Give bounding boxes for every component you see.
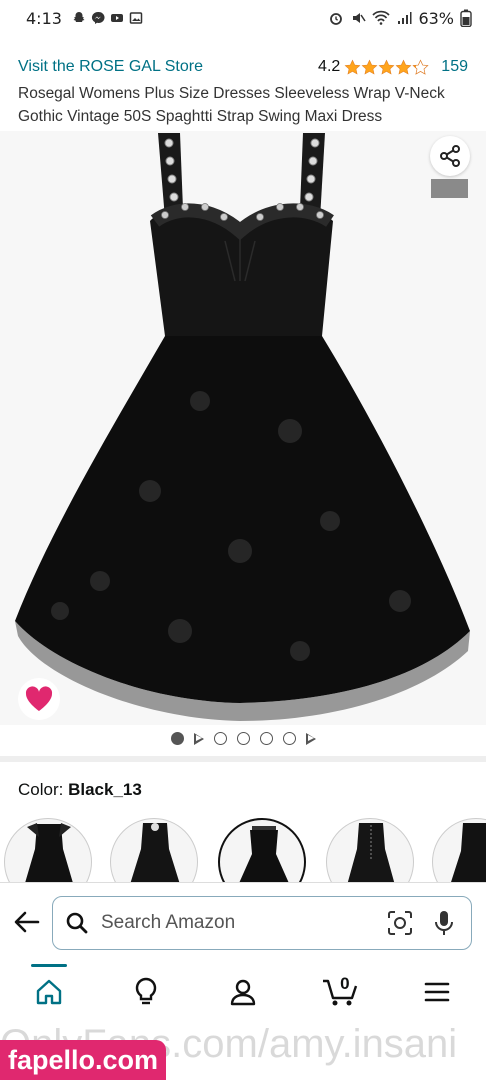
status-time: 4:13 [26, 8, 62, 28]
mute-icon [353, 13, 367, 23]
color-swatches [4, 818, 486, 882]
video-dot[interactable] [193, 732, 204, 745]
share-icon [440, 145, 460, 167]
alarm-icon [330, 13, 343, 25]
image-pagination[interactable] [0, 732, 486, 745]
color-selector-label: Color: Black_13 [18, 780, 142, 800]
rating-count[interactable]: 159 [441, 58, 468, 76]
swatch-1[interactable] [4, 818, 92, 882]
battery-percent: 63% [418, 8, 454, 28]
video-dot-2[interactable] [305, 732, 316, 745]
product-title: Rosegal Womens Plus Size Dresses Sleevel… [18, 85, 445, 125]
star-icon [344, 59, 361, 75]
swatch-5[interactable] [432, 818, 486, 882]
back-button[interactable] [12, 907, 42, 937]
page-dot-4[interactable] [259, 732, 273, 745]
hamburger-icon [425, 982, 450, 1002]
voice-search-button[interactable] [429, 908, 459, 938]
rating[interactable]: 4.2 159 [318, 58, 468, 76]
section-divider [0, 756, 486, 762]
page-dot-3[interactable] [236, 732, 250, 745]
snapchat-icon [73, 12, 85, 22]
page-dot-2[interactable] [213, 732, 227, 745]
store-link[interactable]: Visit the ROSE GAL Store [18, 58, 203, 76]
battery-icon [460, 9, 472, 27]
swatch-3-selected[interactable] [218, 818, 306, 882]
share-button[interactable] [430, 136, 470, 176]
bottom-nav: 0 [0, 962, 486, 1022]
star-icon [361, 59, 378, 75]
swatch-2[interactable] [110, 818, 198, 882]
color-value: Black_13 [68, 780, 142, 799]
search-bar[interactable]: Search Amazon [52, 896, 472, 950]
nav-inspire[interactable] [116, 964, 176, 1020]
mic-icon [435, 911, 453, 935]
messenger-icon [91, 11, 105, 24]
product-image[interactable] [0, 131, 486, 725]
lightbulb-icon [135, 977, 156, 1005]
page-dot-5[interactable] [282, 732, 296, 745]
search-icon [66, 912, 88, 934]
status-right: 63% [328, 9, 472, 28]
heart-icon [25, 686, 53, 711]
dress-image [0, 131, 486, 725]
cart-count: 0 [340, 974, 350, 993]
nav-account[interactable] [213, 964, 273, 1020]
youtube-icon [110, 14, 123, 22]
nav-home[interactable] [19, 964, 79, 1020]
product-header: Visit the ROSE GAL Store 4.2 159 Rosegal… [18, 54, 468, 128]
thumbnail-placeholder [431, 179, 468, 198]
star-rating [344, 58, 429, 76]
camera-icon [388, 911, 412, 935]
notification-icons [72, 11, 143, 25]
nav-menu[interactable] [407, 964, 467, 1020]
nav-cart[interactable]: 0 [310, 964, 370, 1020]
rating-value: 4.2 [318, 58, 341, 75]
camera-search-button[interactable] [385, 908, 415, 938]
signal-icon [398, 12, 412, 24]
search-input[interactable]: Search Amazon [101, 912, 371, 934]
color-label: Color: [18, 780, 64, 799]
home-icon [36, 979, 61, 1005]
back-arrow-icon [14, 911, 40, 933]
page-dot-1[interactable] [170, 732, 184, 745]
star-icon [395, 59, 412, 75]
watermark-badge: fapello.com [0, 1040, 166, 1080]
wishlist-button[interactable] [18, 678, 60, 720]
star-icon [378, 59, 395, 75]
account-icon [230, 979, 256, 1006]
gallery-icon [129, 12, 143, 24]
swatch-4[interactable] [326, 818, 414, 882]
store-row: Visit the ROSE GAL Store 4.2 159 [18, 54, 468, 80]
wifi-icon [372, 10, 391, 25]
star-half-icon [412, 58, 429, 75]
status-bar: 4:13 63% [0, 0, 486, 36]
